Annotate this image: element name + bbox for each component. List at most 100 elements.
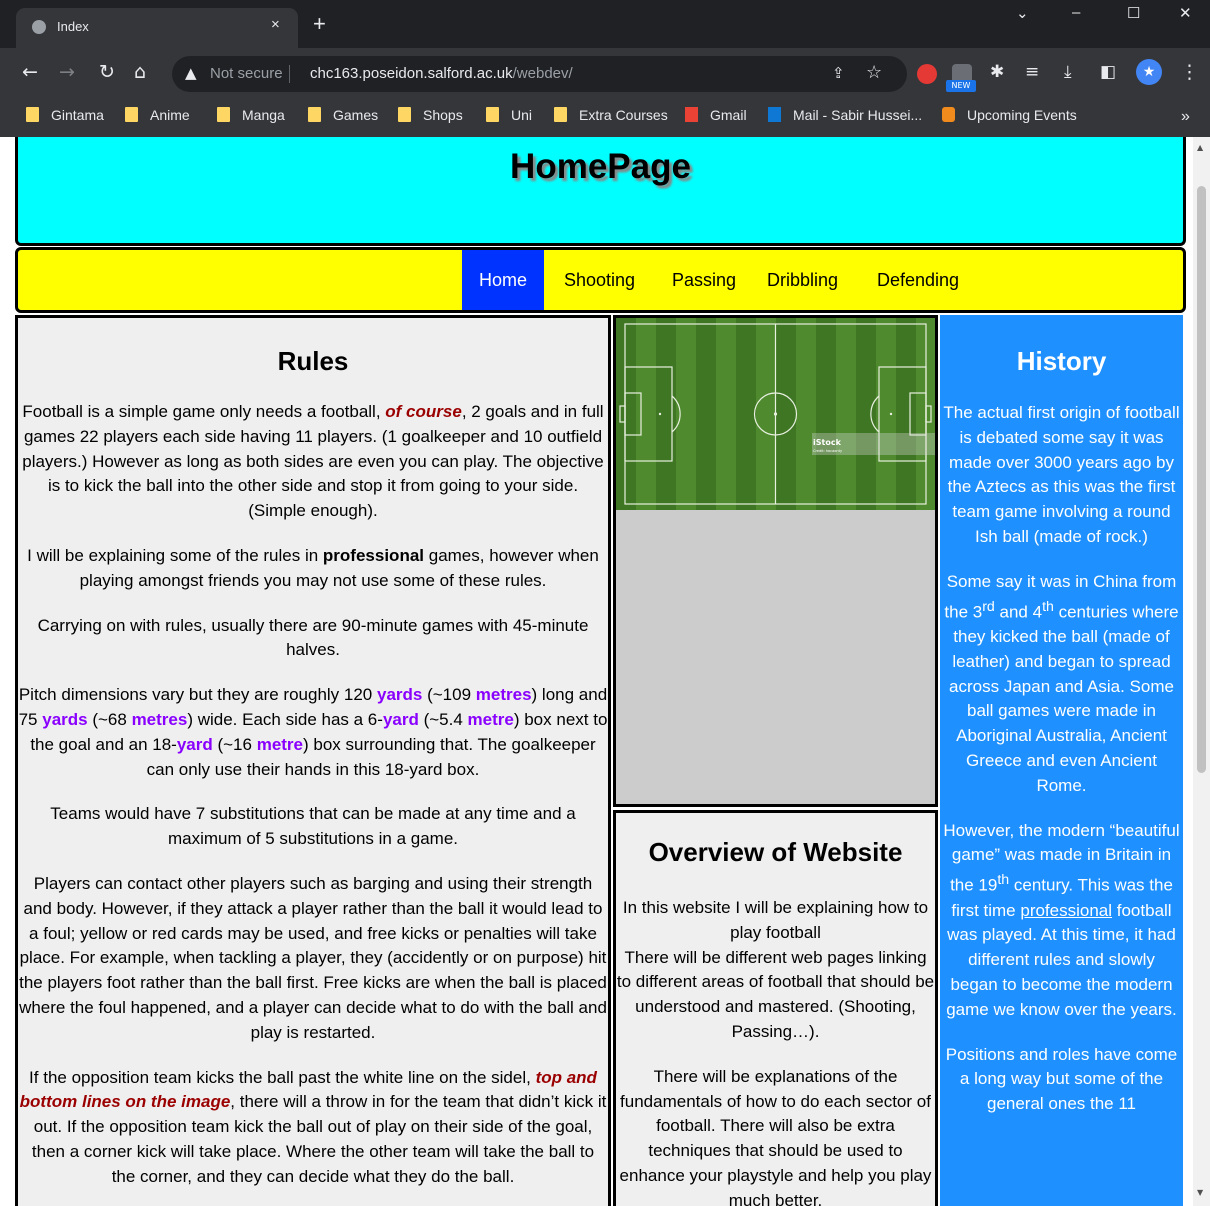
superscript: th xyxy=(1042,598,1054,615)
text: (~109 xyxy=(422,685,476,705)
nav-home[interactable]: Home xyxy=(462,250,545,310)
menu-icon[interactable]: ⋮ xyxy=(1180,61,1199,83)
folder-icon xyxy=(217,107,230,122)
rules-paragraph: Carrying on with rules, usually there ar… xyxy=(37,615,589,660)
bookmark-label: Shops xyxy=(423,107,463,123)
window-close-icon[interactable]: ✕ xyxy=(1179,4,1192,22)
bookmark-games[interactable]: Games xyxy=(308,107,378,127)
site-nav: Home Shooting Passing Dribbling Defendin… xyxy=(15,247,1186,313)
rules-paragraph: I will be explaining some of the rules i… xyxy=(18,544,608,594)
unit: metres xyxy=(131,709,188,729)
unit: yard xyxy=(382,709,419,729)
omnibox-divider xyxy=(289,65,290,83)
bookmark-shops[interactable]: Shops xyxy=(398,107,463,127)
scroll-up-icon[interactable]: ▲ xyxy=(1197,143,1203,152)
unit: metres xyxy=(475,685,532,705)
nav-dribbling[interactable]: Dribbling xyxy=(750,250,855,310)
tab-title: Index xyxy=(57,19,89,34)
browser-tab[interactable]: Index × xyxy=(16,8,298,48)
bookmark-uni[interactable]: Uni xyxy=(486,107,532,127)
rules-paragraph: Teams would have 7 substitutions that ca… xyxy=(50,804,576,849)
text: There will be different web pages linkin… xyxy=(616,947,935,1041)
bookmark-anime[interactable]: Anime xyxy=(125,107,190,127)
unit: metre xyxy=(256,734,304,754)
text: I will be explaining some of the rules i… xyxy=(27,545,323,565)
nav-defending[interactable]: Defending xyxy=(860,250,976,310)
bookmark-label: Uni xyxy=(511,107,533,123)
text: and 4 xyxy=(994,602,1043,622)
forward-icon[interactable]: → xyxy=(59,62,75,82)
bookmark-label: Upcoming Events xyxy=(967,107,1077,123)
nav-shooting[interactable]: Shooting xyxy=(547,250,652,310)
history-paragraph: Some say it was in China from the 3rd an… xyxy=(943,570,1180,799)
superscript: th xyxy=(997,872,1010,889)
bookmark-gmail[interactable]: Gmail xyxy=(685,107,747,127)
bookmark-label: Extra Courses xyxy=(579,107,668,123)
profile-icon[interactable]: ★ xyxy=(1136,59,1162,85)
tab-close-icon[interactable]: × xyxy=(271,16,280,33)
warning-icon: ▲ xyxy=(185,64,197,82)
history-heading: History xyxy=(1016,346,1107,376)
bookmark-upcoming-events[interactable]: Upcoming Events xyxy=(942,107,1077,127)
image-credit: Credit: hocaonty xyxy=(813,449,842,453)
professional-link[interactable]: professional xyxy=(1020,901,1112,920)
bookmark-label: Manga xyxy=(242,107,285,123)
folder-icon xyxy=(486,107,499,122)
globe-icon xyxy=(32,20,46,34)
unit: metre xyxy=(467,709,514,729)
overview-section: Overview of Website In this website I wi… xyxy=(613,810,938,1206)
not-secure-label[interactable]: Not secure xyxy=(210,65,283,82)
overview-paragraph: In this website I will be explaining how… xyxy=(616,896,935,1045)
calendar-icon xyxy=(942,107,955,122)
rules-heading: Rules xyxy=(277,346,349,376)
browser-toolbar: ← → ↻ ⌂ ▲ Not secure chc163.poseidon.sal… xyxy=(0,48,1210,100)
folder-icon xyxy=(398,107,411,122)
text: If the opposition team kicks the ball pa… xyxy=(29,1067,536,1087)
bookmarks-bar: Gintama Anime Manga Games Shops Uni Extr… xyxy=(0,100,1210,137)
istock-watermark: iStock xyxy=(813,438,842,447)
home-icon[interactable]: ⌂ xyxy=(134,62,146,82)
extensions-puzzle-icon[interactable]: ✱ xyxy=(990,62,1004,82)
minimize-icon[interactable]: – xyxy=(1072,4,1080,21)
url-host: chc163.poseidon.salford.ac.uk xyxy=(310,65,513,82)
unit: yards xyxy=(42,709,88,729)
page-scrollbar[interactable]: ▲ ▼ xyxy=(1193,137,1210,1206)
maximize-icon[interactable]: ☐ xyxy=(1127,4,1140,22)
rules-paragraph: Pitch dimensions vary but they are rough… xyxy=(18,683,608,782)
bookmarks-overflow-icon[interactable]: » xyxy=(1181,108,1190,126)
bookmark-label: Games xyxy=(333,107,379,123)
bookmark-mail[interactable]: Mail - Sabir Hussei... xyxy=(768,107,922,127)
scroll-down-icon[interactable]: ▼ xyxy=(1197,1188,1203,1197)
back-icon[interactable]: ← xyxy=(22,62,38,82)
address-bar[interactable]: ▲ Not secure chc163.poseidon.salford.ac.… xyxy=(172,56,907,92)
rules-section: Rules Football is a simple game only nee… xyxy=(15,315,611,1206)
outlook-icon xyxy=(768,107,781,122)
reading-list-icon[interactable]: ≡ xyxy=(1025,62,1039,82)
side-panel-icon[interactable]: ◧ xyxy=(1100,62,1116,82)
new-tab-button[interactable]: + xyxy=(313,13,326,35)
tab-search-icon[interactable]: ⌄ xyxy=(1016,4,1029,22)
nav-passing[interactable]: Passing xyxy=(655,250,753,310)
folder-icon xyxy=(308,107,321,122)
browser-chrome: Index × + ⌄ – ☐ ✕ ← → ↻ ⌂ ▲ Not secure c… xyxy=(0,0,1210,137)
history-paragraph: The actual first origin of football is d… xyxy=(943,403,1180,546)
history-paragraph: Positions and roles have come a long way… xyxy=(945,1044,1178,1114)
page-title: HomePage xyxy=(510,147,691,186)
share-icon[interactable]: ⇪ xyxy=(832,64,845,82)
extension-red-icon[interactable] xyxy=(917,64,937,84)
scroll-thumb[interactable] xyxy=(1197,186,1206,773)
pitch-image-panel: iStock Credit: hocaonty xyxy=(613,315,938,807)
overview-paragraph: There will be explanations of the fundam… xyxy=(619,1066,932,1206)
url-text[interactable]: chc163.poseidon.salford.ac.uk/webdev/ xyxy=(310,65,573,82)
bookmark-gintama[interactable]: Gintama xyxy=(26,107,104,127)
site-header: HomePage xyxy=(15,137,1186,246)
bookmark-star-icon[interactable]: ☆ xyxy=(866,62,882,83)
tab-strip: Index × + ⌄ – ☐ ✕ xyxy=(0,0,1210,48)
bookmark-label: Gmail xyxy=(710,107,747,123)
url-path: /webdev/ xyxy=(512,65,573,82)
bookmark-manga[interactable]: Manga xyxy=(217,107,285,127)
reload-icon[interactable]: ↻ xyxy=(99,62,115,82)
text: Football is a simple game only needs a f… xyxy=(22,402,386,421)
bookmark-extra-courses[interactable]: Extra Courses xyxy=(554,107,668,127)
download-icon[interactable]: ⤓ xyxy=(1064,62,1072,82)
